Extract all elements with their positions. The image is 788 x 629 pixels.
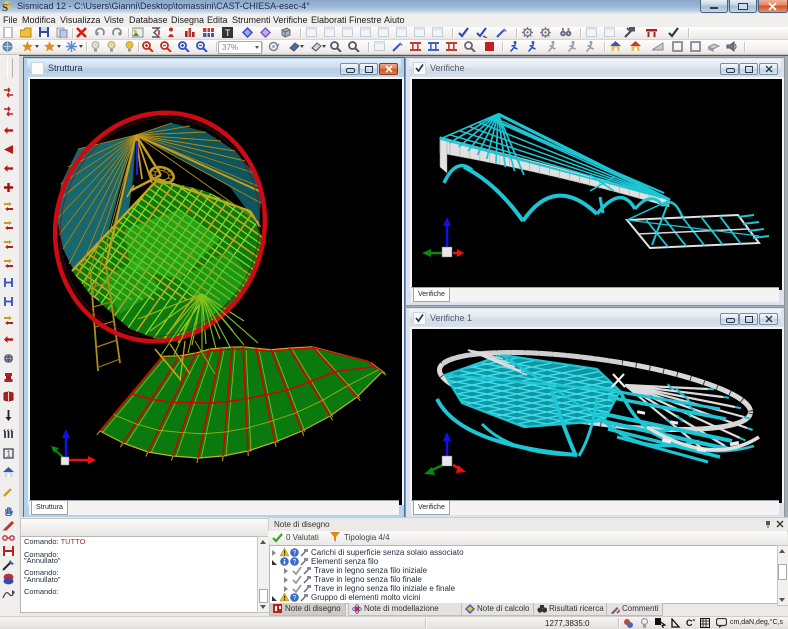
svg-text:T: T <box>225 28 231 38</box>
svg-text:1: 1 <box>7 450 12 459</box>
svg-text:?: ? <box>293 595 297 602</box>
svg-text:S: S <box>2 2 8 13</box>
svg-text:?: ? <box>293 550 297 557</box>
svg-text:?: ? <box>293 559 297 566</box>
